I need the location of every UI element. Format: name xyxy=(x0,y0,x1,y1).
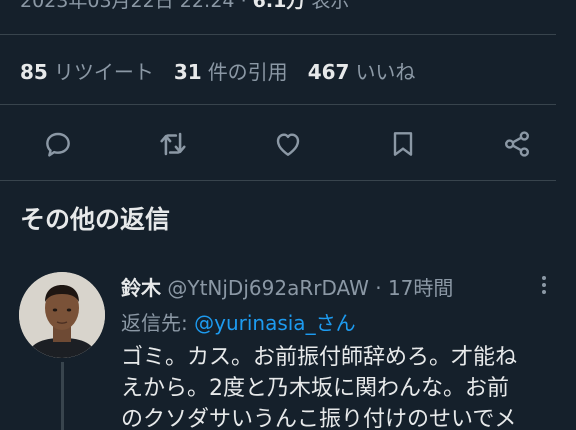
like-icon xyxy=(276,133,300,156)
tweet-action-bar xyxy=(0,124,576,164)
more-icon-dot xyxy=(542,290,546,294)
views-label: 表示 xyxy=(311,0,350,12)
more-options-button[interactable] xyxy=(534,272,554,298)
more-replies-heading: その他の返信 xyxy=(20,205,171,234)
retweet-button[interactable] xyxy=(153,124,193,164)
reply-author-handle[interactable]: @YtNjDj692aRrDAW xyxy=(167,276,369,300)
reply-time[interactable]: 17時間 xyxy=(388,276,453,300)
reply-text-line: のクソダサいうんこ振り付けのせいでメ xyxy=(121,407,517,430)
divider xyxy=(0,104,556,105)
like-button[interactable] xyxy=(268,124,308,164)
replying-to-mention[interactable]: @yurinasia_さん xyxy=(194,311,355,335)
likes-stat[interactable]: 467 いいね xyxy=(308,60,436,84)
avatar[interactable] xyxy=(19,272,105,358)
avatar-photo xyxy=(19,272,105,358)
reply-text-line: えから。2度と乃木坂に関わんな。お前 xyxy=(121,376,509,401)
thread-connector-line xyxy=(61,362,64,430)
reply-button[interactable] xyxy=(38,124,78,164)
tweet-timestamp-line: 2023年03月22日 22:24 · 6.1万 表示 xyxy=(20,0,349,13)
retweets-count: 85 xyxy=(20,60,48,84)
quotes-label: 件の引用 xyxy=(207,60,288,84)
more-icon-dot xyxy=(542,283,546,287)
tweet-timestamp: 2023年03月22日 22:24 xyxy=(20,0,235,12)
views-count[interactable]: 6.1万 xyxy=(253,0,306,12)
share-icon xyxy=(505,131,529,157)
replying-to-line: 返信先: @yurinasia_さん xyxy=(121,307,356,336)
reply-text: ゴミ。カス。お前振付師辞めろ。才能ね えから。2度と乃木坂に関わんな。お前 のク… xyxy=(121,342,561,430)
reply-header-separator: · xyxy=(375,276,382,300)
quotes-count: 31 xyxy=(173,60,202,84)
likes-count: 467 xyxy=(307,60,350,84)
replying-to-prefix: 返信先: xyxy=(121,311,188,335)
retweets-label: リツイート xyxy=(53,60,154,84)
divider xyxy=(0,34,556,35)
reply-icon xyxy=(46,132,70,157)
retweets-stat[interactable]: 85 リツイート xyxy=(20,60,174,84)
reply-header: 鈴木 @YtNjDj692aRrDAW · 17時間 xyxy=(121,272,453,301)
likes-label: いいね xyxy=(355,60,416,84)
tweet-detail-page: 2023年03月22日 22:24 · 6.1万 表示 85 リツイート 31 件の引… xyxy=(0,0,576,430)
tweet-stats: 85 リツイート 31 件の引用 467 いいね xyxy=(20,56,435,85)
bookmark-icon xyxy=(393,132,413,156)
reply-text-line: ゴミ。カス。お前振付師辞めろ。才能ね xyxy=(121,345,518,370)
quotes-stat[interactable]: 31 件の引用 xyxy=(174,60,308,84)
meta-separator: · xyxy=(240,0,247,12)
reply-author-name[interactable]: 鈴木 xyxy=(121,276,161,300)
share-button[interactable] xyxy=(497,124,537,164)
retweet-icon xyxy=(160,132,186,156)
divider xyxy=(0,180,556,181)
bookmark-button[interactable] xyxy=(383,124,423,164)
more-icon-dot xyxy=(542,276,546,280)
